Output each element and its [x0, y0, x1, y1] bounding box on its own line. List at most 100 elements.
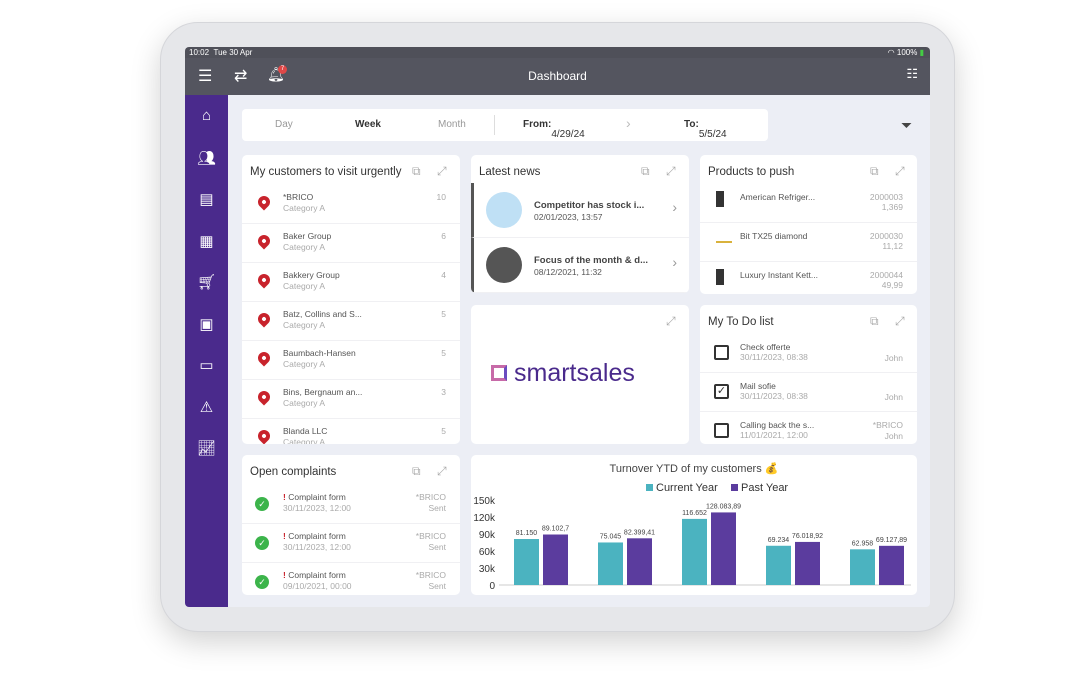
customer-count: 5 — [441, 426, 446, 436]
map-pin-icon — [255, 310, 273, 328]
todo-customer: *BRICO — [872, 420, 903, 430]
data-label: 116.652 — [682, 510, 707, 517]
customer-category: Category A — [283, 320, 326, 330]
customer-category: Category A — [283, 242, 326, 252]
product-name: Bit TX25 diamond — [740, 231, 808, 241]
complaint-list-item[interactable]: ✓ ! Complaint form 30/11/2023, 12:00 *BR… — [242, 524, 460, 563]
open-external-icon[interactable]: ⧉ — [641, 164, 650, 179]
expand-icon[interactable]: ⤢ — [666, 164, 676, 179]
expand-icon[interactable]: ⤢ — [437, 464, 447, 479]
todo-list-item[interactable]: ✓ Mail sofie 30/11/2023, 08:38 John — [700, 373, 917, 412]
tab-day[interactable]: Day — [275, 119, 293, 130]
customers-icon[interactable]: 👥︎ — [185, 149, 228, 167]
catalog-icon[interactable]: ▣ — [185, 315, 228, 333]
expand-icon[interactable]: ⤢ — [437, 164, 447, 179]
complaint-customer: *BRICO — [415, 492, 446, 502]
open-external-icon[interactable]: ⧉ — [870, 314, 879, 329]
bar — [682, 518, 707, 585]
tab-month[interactable]: Month — [438, 119, 466, 130]
filter-icon[interactable]: ⏷ — [901, 117, 912, 134]
check-circle-icon: ✓ — [255, 536, 269, 550]
y-tick-label: 60k — [479, 547, 496, 558]
list-icon[interactable]: ☷ — [906, 66, 918, 82]
customer-list-item[interactable]: Blanda LLC Category A 5 — [242, 419, 460, 444]
exclamation-icon: ! — [283, 492, 286, 502]
bar — [795, 541, 820, 585]
map-pin-icon — [255, 349, 273, 367]
expand-icon[interactable]: ⤢ — [666, 314, 676, 329]
checkbox-checked[interactable]: ✓ — [714, 384, 729, 399]
card-title: Latest news — [479, 166, 541, 178]
tab-week[interactable]: Week — [355, 119, 381, 130]
checkbox[interactable] — [714, 423, 729, 438]
card-title: My customers to visit urgently — [250, 166, 402, 178]
complaints-card: Open complaints ⧉ ⤢ ✓ ! Complaint form 3… — [242, 455, 460, 595]
data-label: 89.102,7 — [542, 526, 569, 533]
news-list-item[interactable]: Focus of the month & d... 08/12/2021, 11… — [471, 238, 689, 293]
todo-list-item[interactable]: Calling back the s... 11/01/2021, 12:00 … — [700, 412, 917, 444]
bar — [514, 539, 539, 585]
to-date[interactable]: To: 5/5/24 — [684, 119, 727, 140]
complaint-status: Sent — [428, 503, 447, 513]
product-name: American Refriger... — [740, 192, 816, 202]
open-external-icon[interactable]: ⧉ — [412, 164, 421, 179]
customer-category: Category A — [283, 281, 326, 291]
complaint-icon[interactable]: ⚠ — [185, 398, 228, 416]
news-title: Focus of the month & d... — [534, 255, 648, 266]
customer-name: Baumbach-Hansen — [283, 348, 356, 358]
customer-list-item[interactable]: Baumbach-Hansen Category A 5 — [242, 341, 460, 380]
complaint-status: Sent — [428, 581, 447, 591]
product-image — [716, 269, 724, 285]
customer-list-item[interactable]: Bins, Bergnaum an... Category A 3 — [242, 380, 460, 419]
chart-title: Turnover YTD of my customers 💰 — [610, 462, 779, 475]
to-label: To: — [684, 119, 699, 130]
todo-card: My To Do list ⧉ ⤢ Check offerte 30/11/20… — [700, 305, 917, 444]
complaint-customer: *BRICO — [415, 531, 446, 541]
customer-list-item[interactable]: *BRICO Category A 10 — [242, 185, 460, 224]
chevron-right-icon: › — [672, 254, 677, 270]
product-list-item[interactable]: Bit TX25 diamond 2000030 11,12 — [700, 223, 917, 262]
status-time: 10:02 — [189, 48, 210, 57]
todo-list-item[interactable]: Check offerte 30/11/2023, 08:38 John — [700, 334, 917, 373]
reports-icon[interactable]: 📈︎ — [185, 439, 228, 457]
checkbox[interactable] — [714, 345, 729, 360]
expand-icon[interactable]: ⤢ — [895, 314, 905, 329]
complaint-date: 30/11/2023, 12:00 — [283, 542, 351, 552]
news-thumbnail — [486, 192, 522, 228]
customer-list-item[interactable]: Bakkery Group Category A 4 — [242, 263, 460, 302]
complaint-status: Sent — [428, 542, 447, 552]
status-bar: 10:02 Tue 30 Apr ◠ 100% ▮ — [185, 47, 930, 58]
legend-swatch — [731, 484, 738, 491]
customer-list-item[interactable]: Batz, Collins and S... Category A 5 — [242, 302, 460, 341]
contacts-icon[interactable]: ▤ — [185, 190, 228, 208]
complaint-title: Complaint form — [288, 492, 346, 502]
customer-name: Blanda LLC — [283, 426, 328, 436]
map-pin-icon — [255, 388, 273, 406]
customer-category: Category A — [283, 203, 326, 213]
products-card: Products to push ⧉ ⤢ American Refriger..… — [700, 155, 917, 294]
open-external-icon[interactable]: ⧉ — [412, 464, 421, 479]
card-title: Open complaints — [250, 466, 337, 478]
expand-icon[interactable]: ⤢ — [895, 164, 905, 179]
customer-count: 5 — [441, 348, 446, 358]
complaint-list-item[interactable]: ✓ ! Complaint form 30/11/2023, 12:00 *BR… — [242, 485, 460, 524]
cart-icon[interactable]: 🛒︎ — [185, 273, 228, 291]
customer-count: 3 — [441, 387, 446, 397]
todo-user: John — [884, 353, 903, 363]
customer-list-item[interactable]: Baker Group Category A 6 — [242, 224, 460, 263]
complaint-list-item[interactable]: ✓ ! Complaint form 09/10/2021, 00:00 *BR… — [242, 563, 460, 595]
y-tick-label: 0 — [489, 581, 495, 592]
from-date[interactable]: From: 4/29/24 — [523, 119, 585, 140]
product-list-item[interactable]: American Refriger... 2000003 1,369 — [700, 184, 917, 223]
period-filter-bar: Day Week Month From: 4/29/24 › To: 5/5/2… — [242, 109, 768, 141]
news-thumbnail — [486, 247, 522, 283]
chevron-right-icon[interactable]: › — [626, 115, 631, 131]
presentation-icon[interactable]: ▭ — [185, 356, 228, 374]
product-list-item[interactable]: Luxury Instant Kett... 2000044 49,99 — [700, 262, 917, 294]
news-list-item[interactable]: Competitor has stock i... 02/01/2023, 13… — [471, 183, 689, 238]
calendar-icon[interactable]: ▦ — [185, 232, 228, 250]
open-external-icon[interactable]: ⧉ — [870, 164, 879, 179]
check-circle-icon: ✓ — [255, 575, 269, 589]
home-icon[interactable]: ⌂ — [185, 107, 228, 124]
wifi-icon: ◠ — [887, 48, 895, 57]
